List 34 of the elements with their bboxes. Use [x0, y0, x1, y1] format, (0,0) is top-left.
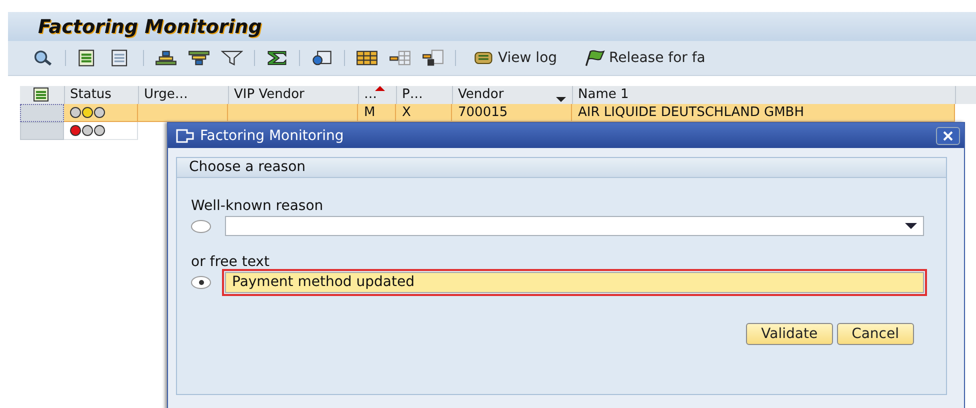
- row-selector[interactable]: [20, 104, 64, 122]
- window-title: Factoring Monitoring: [38, 16, 262, 38]
- dialog-icon: [176, 128, 194, 142]
- table-cell: 700015: [452, 104, 572, 122]
- table-cell: AIR LIQUIDE DEUTSCHLAND GMBH: [572, 104, 955, 122]
- sort-icon[interactable]: [188, 49, 210, 67]
- layout-icon[interactable]: [33, 87, 51, 103]
- view-log-button[interactable]: View log: [467, 49, 568, 67]
- grid-icon[interactable]: [356, 49, 378, 67]
- dialog-title: Factoring Monitoring: [200, 128, 344, 144]
- search-icon[interactable]: [32, 49, 54, 67]
- sort-ascending-icon: [375, 86, 385, 91]
- table-cell: X: [396, 104, 452, 122]
- sort-icon[interactable]: [155, 49, 177, 67]
- close-icon: [943, 130, 953, 140]
- release-button[interactable]: Release for fa: [578, 49, 716, 67]
- option-label: Well-known reason: [191, 198, 324, 214]
- flag-icon: [584, 49, 606, 67]
- group-title: Choose a reason: [189, 159, 306, 175]
- close-button[interactable]: [936, 126, 960, 144]
- free-text-field[interactable]: Payment method updated: [225, 272, 924, 293]
- option-label: or free text: [191, 254, 270, 270]
- grid-icon[interactable]: [422, 49, 444, 67]
- table-cell: M: [358, 104, 396, 122]
- radio-button[interactable]: [191, 220, 211, 232]
- dialog-button[interactable]: Cancel: [836, 323, 914, 345]
- caret-icon: [905, 223, 917, 229]
- filter-icon[interactable]: [221, 49, 243, 67]
- grid-icon[interactable]: [389, 49, 411, 67]
- dialog-button[interactable]: Validate: [746, 323, 833, 345]
- dropdown-icon: [556, 97, 566, 102]
- scroll-icon: [473, 49, 495, 67]
- sum-icon[interactable]: [266, 49, 288, 67]
- radio-button[interactable]: [191, 276, 211, 289]
